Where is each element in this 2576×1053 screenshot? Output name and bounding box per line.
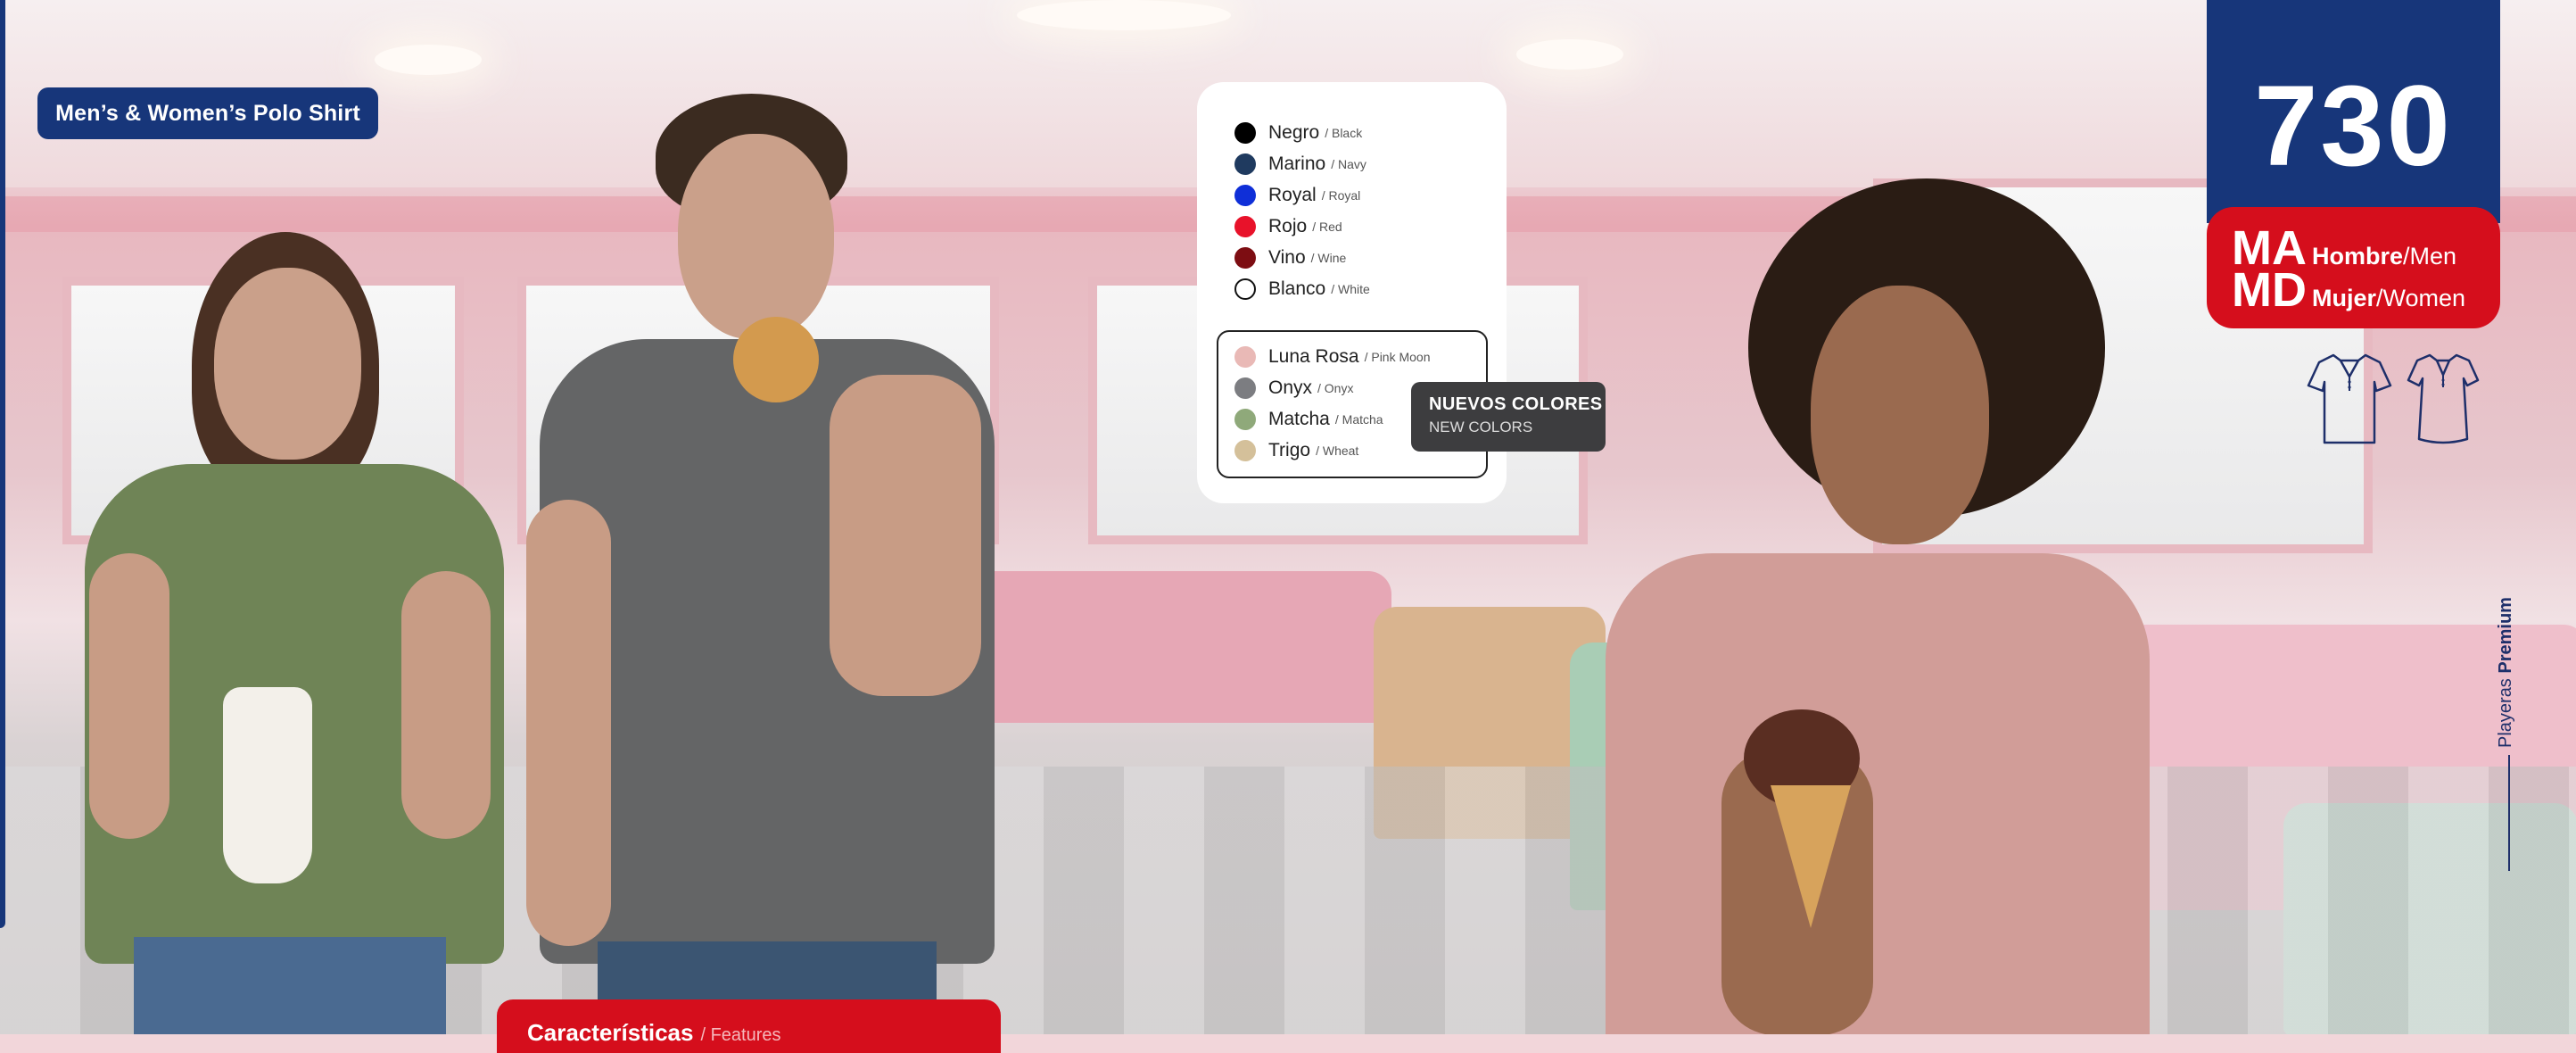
jeans [134, 937, 446, 1034]
vertical-divider [2508, 755, 2510, 871]
color-dot [1234, 153, 1256, 175]
color-name: Matcha [1268, 409, 1330, 429]
color-dot [1234, 247, 1256, 269]
color-dot [1234, 122, 1256, 144]
category-label-bold: Premium [2496, 597, 2515, 674]
color-option-matcha[interactable]: Matcha / Matcha [1234, 404, 1383, 435]
color-name: Trigo [1268, 440, 1311, 460]
color-option-blanco[interactable]: Blanco / White [1234, 274, 1370, 304]
color-option-negro[interactable]: Negro / Black [1234, 118, 1362, 148]
product-title: Men’s & Women’s Polo Shirt [37, 87, 378, 139]
features-label: Características [527, 1019, 694, 1046]
new-colors-label-english: NEW COLORS [1429, 419, 1533, 435]
color-name-english: / Wheat [1316, 444, 1359, 458]
ceiling-light [1017, 0, 1231, 30]
new-colors-label: NUEVOS COLORES [1429, 394, 1603, 414]
color-name: Luna Rosa [1268, 346, 1359, 367]
color-dot [1234, 346, 1256, 368]
color-name-english: / Black [1325, 126, 1363, 140]
ceiling-light [375, 45, 482, 75]
cookie [733, 317, 819, 402]
color-name-english: / Royal [1321, 188, 1361, 203]
color-name: Royal [1268, 185, 1317, 205]
color-option-onyx[interactable]: Onyx / Onyx [1234, 373, 1353, 403]
category-label-regular: Playeras [2496, 673, 2515, 748]
features-label-english: / Features [700, 1025, 781, 1045]
color-name-english: / Wine [1310, 251, 1347, 265]
color-dot [1234, 409, 1256, 430]
new-colors-tag: NUEVOS COLORES NEW COLORS [1411, 382, 1606, 452]
polo-shirt-men-icon [2307, 353, 2392, 444]
color-name-english: / Onyx [1317, 381, 1354, 395]
color-name: Vino [1268, 247, 1306, 268]
ice-cream-cone [1771, 785, 1851, 928]
color-dot [1234, 440, 1256, 461]
color-option-luna-rosa[interactable]: Luna Rosa / Pink Moon [1234, 342, 1431, 372]
color-name-english: / White [1331, 282, 1370, 296]
milkshake [223, 687, 312, 883]
features-tab[interactable]: Características / Features [497, 999, 1001, 1053]
color-name: Blanco [1268, 278, 1326, 299]
variant-label: Mujer [2312, 285, 2377, 311]
variant-code: MD [2232, 263, 2307, 317]
color-option-marino[interactable]: Marino / Navy [1234, 149, 1366, 179]
color-option-vino[interactable]: Vino / Wine [1234, 243, 1346, 273]
variant-label-english: /Men [2403, 243, 2457, 269]
model-number: 730 [2254, 62, 2453, 190]
category-label: Playeras Premium [2496, 597, 2516, 748]
color-dot [1234, 185, 1256, 206]
color-option-trigo[interactable]: Trigo / Wheat [1234, 435, 1358, 466]
color-name-english: / Matcha [1334, 412, 1383, 427]
color-dot [1234, 377, 1256, 399]
left-accent-bar [0, 0, 5, 928]
color-dot [1234, 216, 1256, 237]
color-name: Onyx [1268, 377, 1313, 398]
color-dot [1234, 278, 1256, 300]
color-name: Marino [1268, 153, 1326, 174]
polo-shirt-women-icon [2407, 353, 2480, 444]
color-name: Negro [1268, 122, 1320, 143]
ceiling-light [1516, 39, 1623, 70]
variant-label: Hombre [2312, 243, 2404, 269]
variant-women: MD Mujer/Women [2232, 263, 2466, 317]
color-option-rojo[interactable]: Rojo / Red [1234, 211, 1342, 242]
color-name-english: / Pink Moon [1364, 350, 1431, 364]
color-name: Rojo [1268, 216, 1308, 236]
color-option-royal[interactable]: Royal / Royal [1234, 180, 1360, 211]
color-name-english: / Navy [1331, 157, 1366, 171]
color-name-english: / Red [1312, 220, 1342, 234]
variant-label-english: /Women [2376, 285, 2466, 311]
